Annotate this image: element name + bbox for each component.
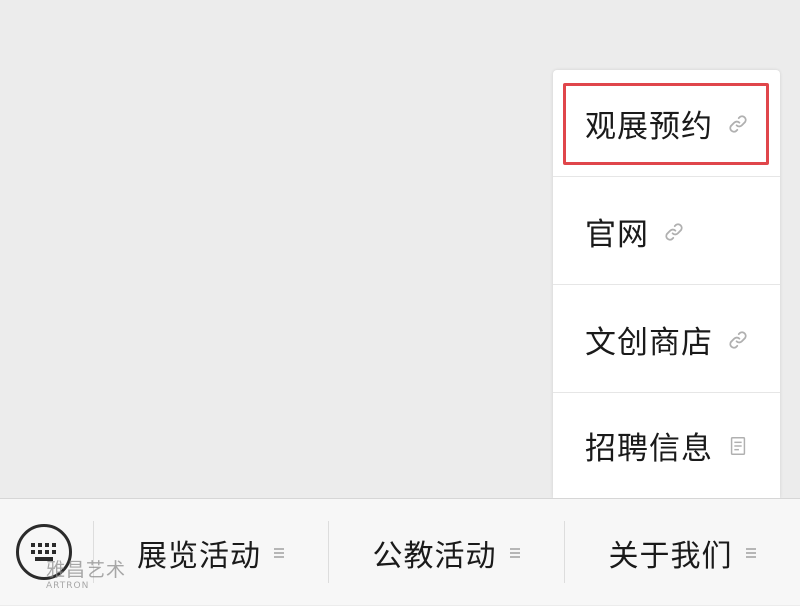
link-icon [729,330,747,349]
submenu-item-recruitment[interactable]: 招聘信息 [553,392,780,499]
menu-list-icon [274,547,284,558]
menu-button-label: 关于我们 [608,538,733,574]
keyboard-toggle-button[interactable] [16,524,72,580]
menu-list-icon [745,547,756,558]
submenu-item-label: 文创商店 [585,325,713,361]
submenu-item-label: 观展预约 [585,109,713,145]
document-icon [730,436,746,455]
menu-button-label: 展览活动 [137,538,261,574]
link-icon [729,114,747,133]
menu-button-about-us[interactable]: 关于我们 [565,499,800,606]
submenu-popup: 观展预约 官网 文创商店 招聘信息 [553,70,780,498]
menu-button-exhibitions[interactable]: 展览活动 [94,499,328,606]
submenu-item-creative-shop[interactable]: 文创商店 [553,286,780,393]
keyboard-icon [31,543,56,561]
menu-button-public-education[interactable]: 公教活动 [329,499,564,606]
submenu-item-official-site[interactable]: 官网 [553,178,780,285]
menu-button-label: 公教活动 [372,538,497,574]
link-icon [665,222,683,241]
bottom-menu-bar: 展览活动 公教活动 关于我们 [0,498,800,605]
submenu-item-exhibition-booking[interactable]: 观展预约 [553,70,780,177]
submenu-item-label: 官网 [585,217,649,253]
submenu-item-label: 招聘信息 [585,431,713,467]
menu-list-icon [509,547,520,558]
